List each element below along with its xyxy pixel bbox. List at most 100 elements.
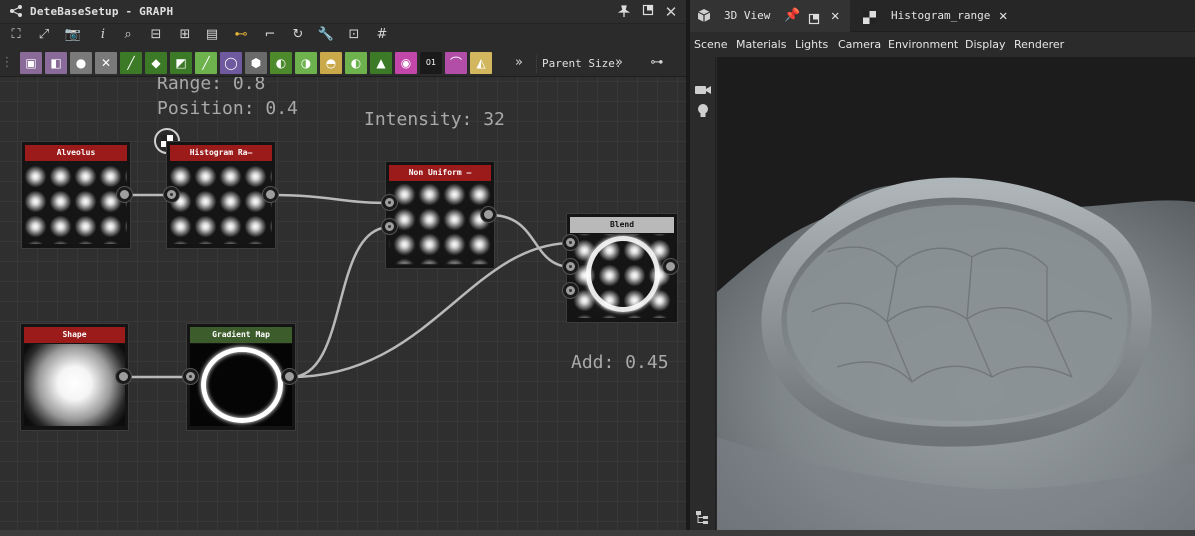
input-port[interactable] [563,259,578,274]
connector-icon[interactable]: ⊶ [646,52,668,74]
pivot-icon[interactable]: ↻ [287,24,309,46]
input-port[interactable] [164,187,179,202]
checker-icon [863,9,876,28]
range-readout: Range: 0.8 [157,77,266,94]
tab-label: Histogram_range [891,9,991,22]
view-menu-bar: Scene Materials Lights Camera Environmen… [690,33,1195,57]
node-library-swatch[interactable]: ◆ [145,52,167,74]
menu-materials[interactable]: Materials [736,38,786,52]
output-port[interactable] [117,187,132,202]
link-icon[interactable]: ⊷ [230,24,252,46]
light-bulb-icon[interactable] [697,103,709,123]
node-library-swatch[interactable]: ✕ [95,52,117,74]
video-camera-icon[interactable] [695,81,711,100]
node-library-swatch[interactable]: ◐ [345,52,367,74]
node-library-swatch[interactable]: ⬢ [245,52,267,74]
maximize-icon[interactable] [808,10,820,29]
node-title: Shape [24,327,125,343]
input-port[interactable] [382,219,397,234]
node-thumbnail [24,344,125,426]
viewport-side-toolbar [690,57,716,530]
3d-mesh-preview [717,177,1195,530]
node-thumbnail [25,162,127,244]
node-library-swatch[interactable]: ◩ [170,52,192,74]
node-library-swatch[interactable]: ◯ [220,52,242,74]
node-library-toolbar: ⋮ ▣ ◧ ● ✕ ╱ ◆ ◩ ╱ ◯ ⬢ ◐ ◑ ◓ ◐ ▲ ◉ 01 ⌒ ◭ » Parent Size: » … [0,50,686,77]
menu-renderer[interactable]: Renderer [1014,38,1064,52]
maximize-icon[interactable] [640,4,656,20]
node-gradient-map[interactable]: Gradient Map [186,323,296,431]
node-library-swatch[interactable]: ╱ [195,52,217,74]
layout-icon[interactable]: ▤ [201,24,223,46]
node-library-swatch[interactable]: ◑ [295,52,317,74]
node-thumbnail [570,234,674,318]
grid-icon[interactable]: # [371,24,393,46]
node-thumbnail [190,344,292,426]
fit-icon[interactable]: ⤢ [33,24,55,46]
menu-environment[interactable]: Environment [888,38,958,52]
input-port[interactable] [183,369,198,384]
align-icon[interactable]: ⊟ [145,24,167,46]
output-port[interactable] [663,259,678,274]
info-icon[interactable]: i [92,24,114,46]
frame-icon[interactable]: ⛶ [5,24,27,46]
menu-lights[interactable]: Lights [795,38,828,52]
menu-scene[interactable]: Scene [694,38,728,52]
scene-tree-icon[interactable] [696,509,709,528]
node-library-swatch[interactable]: ▲ [370,52,392,74]
3d-view-panel: 3D View 📌 ✕ Histogram_range ✕ Scene Mate… [690,0,1195,530]
menu-camera[interactable]: Camera [838,38,881,52]
position-readout: Position: 0.4 [157,98,298,119]
hierarchy-icon[interactable]: ⊞ [174,24,196,46]
search-icon[interactable]: ⌕ [117,24,139,46]
node-histogram-range[interactable]: Histogram Ra— [166,141,276,249]
pin-icon[interactable]: 📌 [784,0,800,32]
parent-size-overflow-icon[interactable]: » [608,52,630,74]
input-port[interactable] [382,195,397,210]
node-library-swatch[interactable]: ⌒ [445,52,467,74]
output-port[interactable] [263,187,278,202]
output-port[interactable] [282,369,297,384]
output-port[interactable] [116,369,131,384]
graph-canvas[interactable]: Range: 0.8 Position: 0.4 Intensity: 32 A… [0,77,686,530]
input-port[interactable] [563,283,578,298]
tab-histogram-range[interactable]: Histogram_range ✕ [854,0,1024,32]
close-icon[interactable]: ✕ [663,4,679,20]
close-icon[interactable]: ✕ [999,0,1007,32]
render-icon[interactable]: ⊡ [343,24,365,46]
node-library-swatch[interactable]: ▣ [20,52,42,74]
camera-icon[interactable]: 📷 [62,24,84,46]
close-icon[interactable]: ✕ [831,0,839,32]
node-library-swatch[interactable]: ◓ [320,52,342,74]
node-shape[interactable]: Shape [20,323,129,431]
node-library-swatch[interactable]: ● [70,52,92,74]
node-non-uniform[interactable]: Non Uniform — [385,161,495,269]
node-alveolus[interactable]: Alveolus [21,141,131,249]
node-library-swatch[interactable]: ╱ [120,52,142,74]
node-library-swatch[interactable]: ◐ [270,52,292,74]
node-library-swatch[interactable]: ◭ [470,52,492,74]
node-blend[interactable]: Blend [566,213,678,323]
drag-handle-icon[interactable]: ⋮ [0,52,14,74]
3d-viewport[interactable] [717,57,1195,530]
intensity-readout: Intensity: 32 [364,109,505,130]
connect-icon[interactable]: ⌐ [259,24,281,46]
overflow-icon[interactable]: » [508,52,530,74]
node-thumbnail [389,182,491,264]
node-title: Histogram Ra— [170,145,272,161]
node-title: Non Uniform — [389,165,491,181]
node-title: Blend [570,217,674,233]
graph-toolbar: ⛶ ⤢ 📷 i ⌕ ⊟ ⊞ ▤ ⊷ ⌐ ↻ 🔧 ⊡ # [0,24,686,50]
node-library-swatch[interactable]: ◉ [395,52,417,74]
tab-label: 3D View [724,9,771,22]
node-library-swatch[interactable]: 01 [420,52,442,74]
pin-icon[interactable] [616,4,632,20]
tab-3d-view[interactable]: 3D View 📌 ✕ [690,0,850,32]
node-library-swatch[interactable]: ◧ [45,52,67,74]
output-port[interactable] [481,207,496,222]
status-bar [0,530,1195,536]
menu-display[interactable]: Display [965,38,1006,52]
wrench-icon[interactable]: 🔧 [315,24,337,46]
wire-gradient-nonuniform [290,225,391,379]
input-port[interactable] [563,235,578,250]
